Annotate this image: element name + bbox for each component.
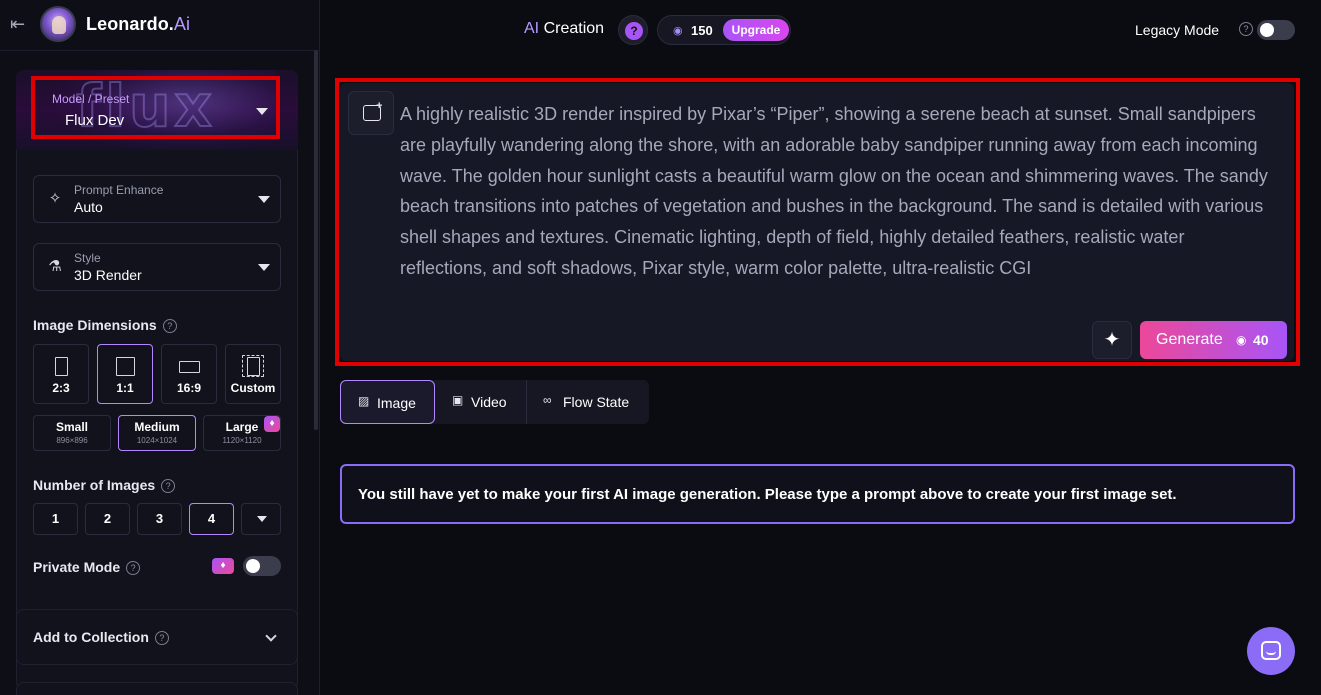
ratio-label: 1:1 [116, 381, 134, 395]
image-icon: ▨ [358, 394, 370, 408]
model-highlight-box [31, 76, 280, 139]
token-balance[interactable]: ◉ 150 Upgrade [657, 15, 791, 45]
sparkles-icon: ✧ [48, 190, 62, 207]
ratio-16-9-button[interactable]: 16:9 [161, 344, 217, 404]
empty-state-text: You still have yet to make your first AI… [358, 486, 1177, 503]
tab-video[interactable]: ▣ Video [436, 380, 526, 424]
size-name: Medium [134, 420, 180, 434]
chevron-down-icon [258, 264, 270, 271]
private-mode-toggle[interactable] [243, 556, 281, 576]
ratio-2-3-button[interactable]: 2:3 [33, 344, 89, 404]
landscape-ratio-icon [179, 361, 200, 373]
sidebar-divider [0, 50, 320, 51]
ratio-label: Custom [230, 381, 276, 395]
size-dims: 1120×1120 [222, 436, 262, 445]
flask-icon: ⚗ [48, 258, 62, 275]
images-2-button[interactable]: 2 [85, 503, 130, 535]
upgrade-button[interactable]: Upgrade [723, 19, 789, 41]
ratio-1-1-button[interactable]: 1:1 [97, 344, 153, 404]
tab-image[interactable]: ▨ Image [340, 380, 435, 424]
tab-label: Video [471, 394, 507, 410]
image-dimensions-title: Image Dimensions? [33, 317, 177, 333]
images-4-button[interactable]: 4 [189, 503, 234, 535]
help-icon[interactable]: ? [126, 561, 141, 575]
brand-name[interactable]: Leonardo.Ai [86, 14, 190, 35]
style-dropdown[interactable]: ⚗ Style 3D Render [33, 243, 281, 291]
square-ratio-icon [116, 357, 135, 376]
empty-state-notice: You still have yet to make your first AI… [340, 464, 1295, 524]
token-count: 150 [691, 23, 713, 38]
size-dims: 1024×1024 [136, 436, 178, 445]
size-dims: 896×896 [56, 436, 88, 445]
chevron-down-icon [257, 516, 267, 522]
collapse-sidebar-icon[interactable]: ⇤ [10, 13, 32, 35]
infinity-icon: ∞ [543, 393, 552, 407]
tab-flow-state[interactable]: ∞ Flow State [527, 380, 649, 424]
help-icon[interactable]: ? [1239, 22, 1253, 36]
ratio-custom-button[interactable]: Custom [225, 344, 281, 404]
generation-type-tabs: ▨ Image ▣ Video ∞ Flow State [340, 380, 649, 424]
help-icon[interactable]: ? [161, 479, 176, 493]
size-medium-button[interactable]: Medium 1024×1024 [118, 415, 196, 451]
legacy-mode-toggle[interactable] [1257, 20, 1295, 40]
private-mode-title: Private Mode? [33, 559, 141, 575]
tab-label: Image [377, 395, 416, 411]
number-of-images-title: Number of Images? [33, 477, 176, 493]
page-title: AI Creation [524, 20, 605, 37]
prompt-enhance-value: Auto [74, 199, 103, 215]
sidebar-scrollbar[interactable] [314, 50, 318, 430]
ratio-label: 2:3 [52, 381, 70, 395]
legacy-mode-label: Legacy Mode [1135, 22, 1220, 38]
size-small-button[interactable]: Small 896×896 [33, 415, 111, 451]
images-more-dropdown[interactable] [241, 503, 281, 535]
add-to-collection-title: Add to Collection? [33, 629, 169, 645]
prompt-enhance-dropdown[interactable]: ✧ Prompt Enhance Auto [33, 175, 281, 223]
style-label: Style [74, 251, 101, 265]
question-icon: ? [625, 22, 643, 40]
app-root: ⇤ Leonardo.Ai flux Model / Preset Flux D… [0, 0, 1321, 695]
prompt-highlight-box [335, 78, 1300, 366]
gem-icon: ♦ [212, 558, 234, 574]
chevron-down-icon [265, 630, 277, 642]
tab-label: Flow State [563, 394, 630, 410]
portrait-ratio-icon [55, 357, 68, 376]
coins-icon: ◉ [673, 25, 683, 37]
prompt-enhance-label: Prompt Enhance [74, 183, 164, 197]
help-icon[interactable]: ? [162, 319, 177, 333]
help-button[interactable]: ? [618, 15, 648, 45]
toggle-knob [1260, 23, 1274, 37]
images-1-button[interactable]: 1 [33, 503, 78, 535]
support-chat-button[interactable] [1247, 627, 1295, 675]
style-value: 3D Render [74, 267, 142, 283]
next-settings-section [16, 682, 298, 695]
gem-icon: ♦ [264, 416, 280, 432]
brand-avatar [40, 6, 76, 42]
logo-row: ⇤ Leonardo.Ai [10, 6, 190, 42]
custom-ratio-inner-icon [247, 357, 260, 376]
size-name: Small [55, 420, 88, 434]
video-icon: ▣ [452, 393, 464, 407]
chevron-down-icon [258, 196, 270, 203]
help-icon[interactable]: ? [154, 631, 169, 645]
ratio-label: 16:9 [176, 381, 202, 395]
toggle-knob [246, 559, 260, 573]
images-3-button[interactable]: 3 [137, 503, 182, 535]
add-to-collection-section[interactable]: Add to Collection? [16, 609, 298, 665]
